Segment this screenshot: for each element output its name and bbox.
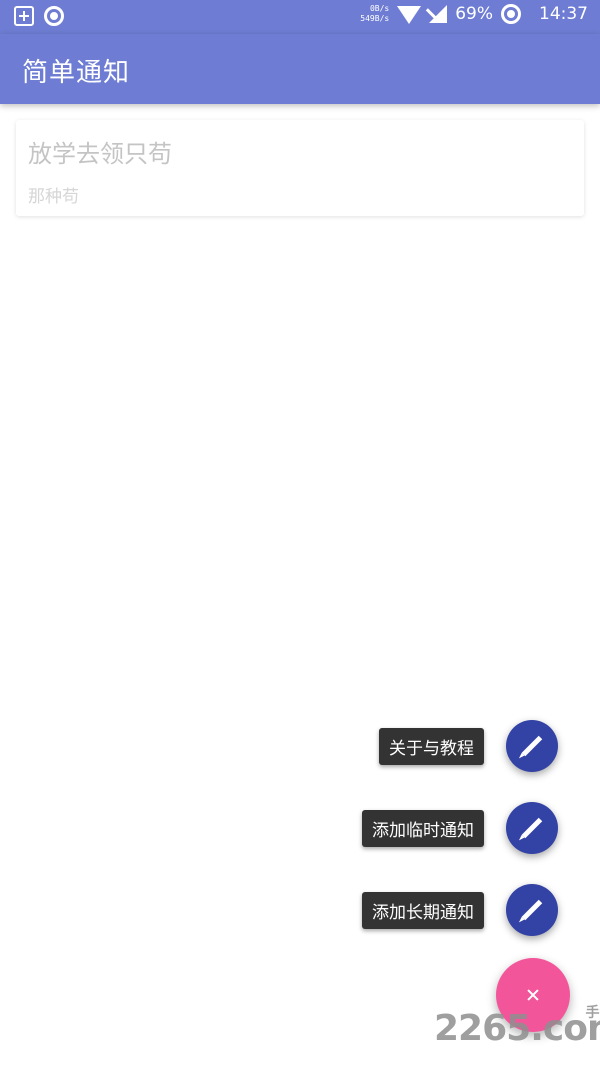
fab-label-temporary[interactable]: 添加临时通知 — [362, 809, 484, 847]
fab-menu-temporary[interactable]: 添加临时通知 — [362, 802, 558, 854]
watermark-brand: 2265.com — [434, 1008, 600, 1049]
card-title: 放学去领只苟 — [28, 140, 172, 168]
pencil-icon — [521, 899, 543, 921]
add-longterm-notification-button[interactable] — [506, 884, 558, 936]
card-subtitle: 那种苟 — [28, 187, 79, 207]
status-right-group: 0B/s 549B/s 69% 14:37 — [360, 4, 588, 24]
app-bar: 简单通知 — [0, 34, 600, 104]
fab-menu-longterm[interactable]: 添加长期通知 — [362, 884, 558, 936]
battery-icon — [501, 4, 521, 24]
page-title: 简单通知 — [22, 58, 131, 88]
net-speed: 0B/s 549B/s — [360, 4, 389, 24]
pencil-icon — [521, 735, 543, 757]
status-bar: 0B/s 549B/s 69% 14:37 — [0, 0, 600, 34]
battery-percent: 69% — [455, 4, 493, 24]
status-left-icons — [14, 6, 64, 26]
about-tutorial-button[interactable] — [506, 720, 558, 772]
fab-label-longterm[interactable]: 添加长期通知 — [362, 891, 484, 929]
notification-app-icon — [14, 6, 34, 26]
add-temporary-notification-button[interactable] — [506, 802, 558, 854]
notification-card[interactable]: 放学去领只苟 那种苟 — [16, 120, 584, 216]
fab-label-about[interactable]: 关于与教程 — [379, 727, 484, 765]
watermark-logo: 2265.com 手游网 — [434, 1005, 600, 1049]
clock: 14:37 — [539, 4, 588, 24]
watermark-site-name: 手游网 — [585, 1005, 600, 1021]
net-down-speed: 549B/s — [360, 14, 390, 23]
net-up-speed: 0B/s — [369, 4, 390, 13]
fab-menu-about[interactable]: 关于与教程 — [379, 720, 558, 772]
pencil-icon — [521, 817, 543, 839]
notification-ring-icon — [44, 6, 64, 26]
wifi-icon — [397, 6, 422, 24]
signal-off-icon — [429, 5, 448, 23]
